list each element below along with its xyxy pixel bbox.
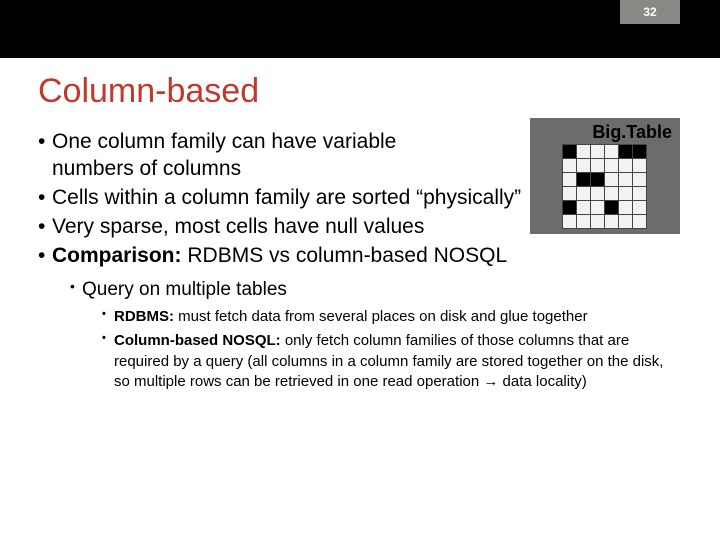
bullet-item: Cells within a column family are sorted … xyxy=(38,185,682,212)
slide-number-tab: 32 xyxy=(620,0,680,24)
bullet-list-level2: Query on multiple tables RDBMS: must fet… xyxy=(70,277,682,392)
bullet-item: RDBMS: must fetch data from several plac… xyxy=(102,307,682,327)
bullet-text: One column family can have variable xyxy=(52,130,396,153)
slide-title: Column-based xyxy=(38,72,682,111)
bullet-item: One column family can have variable numb… xyxy=(38,129,682,183)
bullet-text: numbers of columns xyxy=(52,157,241,180)
bullet-text: must fetch data from several places on d… xyxy=(178,308,587,325)
slide: 32 Big.Table Column-based One column fam… xyxy=(0,0,720,540)
bullet-list-level3: RDBMS: must fetch data from several plac… xyxy=(102,307,682,392)
bullet-text: RDBMS vs column-based NOSQL xyxy=(187,244,507,267)
bullet-item: Query on multiple tables RDBMS: must fet… xyxy=(70,277,682,392)
bullet-item: Column-based NOSQL: only fetch column fa… xyxy=(102,331,682,392)
top-band xyxy=(0,0,720,58)
bullet-item: Comparison: RDBMS vs column-based NOSQL … xyxy=(38,243,682,393)
bullet-list-level1: One column family can have variable numb… xyxy=(38,129,682,392)
bullet-item: Very sparse, most cells have null values xyxy=(38,214,682,241)
bullet-bold-prefix: Comparison: xyxy=(52,244,182,267)
content-area: Column-based One column family can have … xyxy=(38,72,682,398)
bullet-text: Query on multiple tables xyxy=(82,279,287,300)
bullet-bold-prefix: Column-based NOSQL: xyxy=(114,332,285,349)
bullet-bold-prefix: RDBMS: xyxy=(114,308,178,325)
